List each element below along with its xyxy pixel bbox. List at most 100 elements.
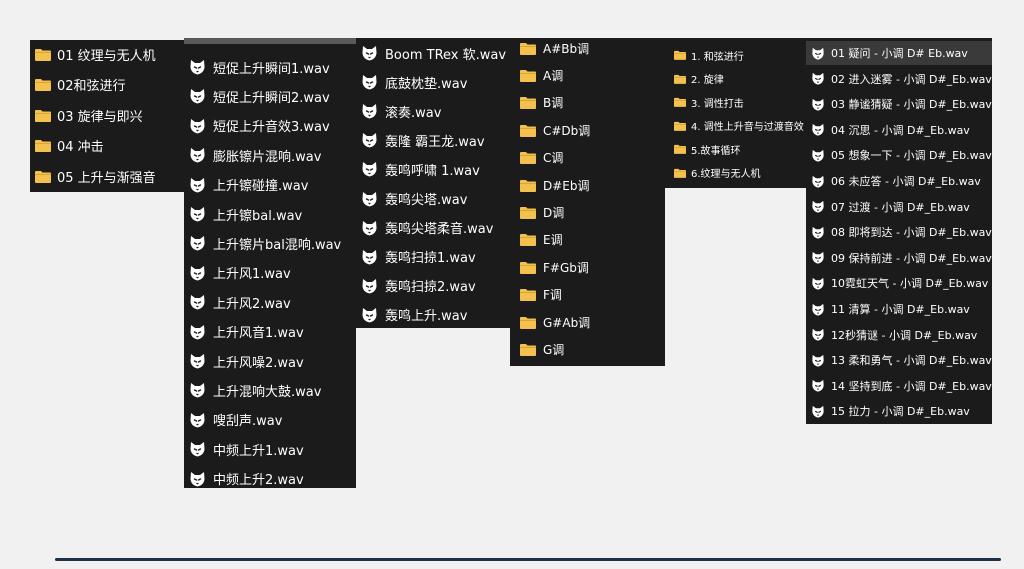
folder-icon [35,170,51,183]
audio-file-icon [812,277,824,290]
file-item[interactable]: 上升镲片bal混响.wav [184,230,356,256]
file-item[interactable]: 轰鸣扫掠1.wav [356,244,514,270]
folder-item[interactable]: 5.故事循环 [665,139,807,159]
folder-item[interactable]: 6.纹理与无人机 [665,163,807,183]
item-label: 轰鸣扫掠1.wav [385,251,476,267]
file-item[interactable]: 01 疑问 - 小调 D# Eb.wav [806,41,992,65]
file-item[interactable]: 轰隆 霸王龙.wav [356,127,514,153]
item-label: 轰鸣上升.wav [385,309,468,325]
folder-item[interactable]: 01 纹理与无人机 [30,42,190,66]
file-item[interactable]: 中频上升1.wav [184,436,356,462]
item-label: 5.故事循环 [691,145,741,157]
folder-item[interactable]: 03 旋律与即兴 [30,103,190,127]
file-item[interactable]: 07 过渡 - 小调 D#_Eb.wav [806,195,992,219]
audio-file-icon [190,442,205,457]
folder-item[interactable]: B调 [510,91,665,115]
folder-item[interactable]: A#Bb调 [510,38,665,60]
folder-icon [35,79,51,91]
audio-file-icon [812,252,824,264]
audio-file-icon [812,405,824,418]
file-item[interactable]: 03 静谧猜疑 - 小调 D#_Eb.wav [806,92,992,116]
file-item[interactable]: 10霓虹天气 - 小调 D#_Eb.wav [806,271,992,295]
folder-item[interactable]: 4. 调性上升音与过渡音效 [665,116,807,136]
audio-file-icon [190,412,205,428]
item-label: 06 未应答 - 小调 D#_Eb.wav [831,175,981,188]
item-label: F调 [543,288,562,303]
audio-file-icon [362,278,377,294]
file-item[interactable]: 11 清算 - 小调 D#_Eb.wav [806,297,992,321]
item-label: 轰鸣扫掠2.wav [385,280,476,296]
folder-item[interactable]: A调 [510,63,665,87]
item-label: 上升镲bal.wav [213,208,303,224]
audio-file-icon [190,471,205,487]
folder-icon [674,74,686,84]
item-label: 05 上升与渐强音 [57,170,156,186]
file-item[interactable]: 膨胀镲片混响.wav [184,142,356,168]
file-item[interactable]: 上升混响大鼓.wav [184,377,356,403]
folder-item[interactable]: C调 [510,146,665,170]
item-label: 03 静谧猜疑 - 小调 D#_Eb.wav [831,98,992,112]
audio-file-icon [812,200,824,213]
file-item[interactable]: 短促上升瞬间2.wav [184,83,356,109]
file-item[interactable]: 13 柔和勇气 - 小调 D#_Eb.wav [806,348,992,372]
folder-item[interactable]: 02和弦进行 [30,73,190,97]
folder-icon [520,316,536,329]
audio-file-icon [812,354,824,367]
audio-file-icon [190,207,205,222]
file-item[interactable]: 轰鸣上升.wav [356,302,514,328]
file-item[interactable]: 08 即将到达 - 小调 D#_Eb.wav [806,220,992,244]
item-label: 08 即将到达 - 小调 D#_Eb.wav [831,226,992,240]
folder-item[interactable]: 04 冲击 [30,134,190,158]
file-item[interactable]: 上升镲碰撞.wav [184,172,356,198]
file-item[interactable]: 上升风2.wav [184,289,356,315]
file-item[interactable]: 04 沉思 - 小调 D#_Eb.wav [806,118,992,142]
file-item[interactable]: 09 保持前进 - 小调 D#_Eb.wav [806,246,992,270]
file-item[interactable]: 02 进入迷雾 - 小调 D#_Eb.wav [806,67,992,91]
folder-list-categories: 01 纹理与无人机 02和弦进行 03 旋律与即兴 04 冲击 05 上升与渐强音 [30,40,190,192]
item-label: 02和弦进行 [57,79,126,94]
file-item[interactable]: 上升风音1.wav [184,319,356,345]
folder-item[interactable]: F#Gb调 [510,255,665,279]
file-item[interactable]: 上升风1.wav [184,260,356,286]
folder-item[interactable]: D调 [510,200,665,224]
file-item[interactable]: 上升镲bal.wav [184,201,356,227]
file-item[interactable]: 短促上升音效3.wav [184,113,356,139]
file-item[interactable]: 上升风噪2.wav [184,348,356,374]
folder-icon [674,144,686,154]
item-label: 上升风1.wav [213,267,291,283]
item-label: 4. 调性上升音与过渡音效 [691,122,804,133]
file-item[interactable]: 12秒猜谜 - 小调 D#_Eb.wav [806,323,992,347]
folder-item[interactable]: 3. 调性打击 [665,92,807,112]
file-item[interactable]: 嗖刮声.wav [184,407,356,433]
item-label: 01 疑问 - 小调 D# Eb.wav [831,47,968,60]
item-label: 轰鸣尖塔柔音.wav [385,222,494,238]
file-item[interactable]: 滚奏.wav [356,98,514,124]
file-item[interactable]: 15 拉力 - 小调 D#_Eb.wav [806,399,992,423]
folder-item[interactable]: 2. 旋律 [665,69,807,89]
item-label: E调 [543,233,563,248]
file-item[interactable]: 底鼓枕垫.wav [356,69,514,95]
folder-item[interactable]: D#Eb调 [510,173,665,197]
folder-item[interactable]: F调 [510,283,665,307]
file-item[interactable]: 14 坚持到底 - 小调 D#_Eb.wav [806,374,992,398]
file-item[interactable]: Boom TRex 软.wav [356,40,514,66]
file-item[interactable]: 轰鸣尖塔.wav [356,186,514,212]
file-item[interactable]: 05 想象一下 - 小调 D#_Eb.wav [806,143,992,167]
folder-item[interactable]: G调 [510,337,665,361]
file-item[interactable]: 短促上升瞬间1.wav [184,54,356,80]
file-item[interactable]: 轰鸣呼啸 1.wav [356,156,514,182]
file-item[interactable]: 06 未应答 - 小调 D#_Eb.wav [806,169,992,193]
folder-item[interactable]: E调 [510,228,665,252]
folder-item[interactable]: 1. 和弦进行 [665,45,807,65]
folder-item[interactable]: G#Ab调 [510,310,665,334]
folder-icon [35,140,51,152]
file-item[interactable]: 中频上升2.wav [184,466,356,488]
item-label: F#Gb调 [543,260,589,275]
folder-item[interactable]: C#Db调 [510,118,665,142]
file-item[interactable]: 轰鸣尖塔柔音.wav [356,215,514,241]
folder-icon [674,50,686,60]
file-item[interactable]: 轰鸣扫掠2.wav [356,273,514,299]
folder-item[interactable]: 05 上升与渐强音 [30,164,190,188]
folder-icon [35,109,51,122]
audio-file-icon [362,75,377,90]
